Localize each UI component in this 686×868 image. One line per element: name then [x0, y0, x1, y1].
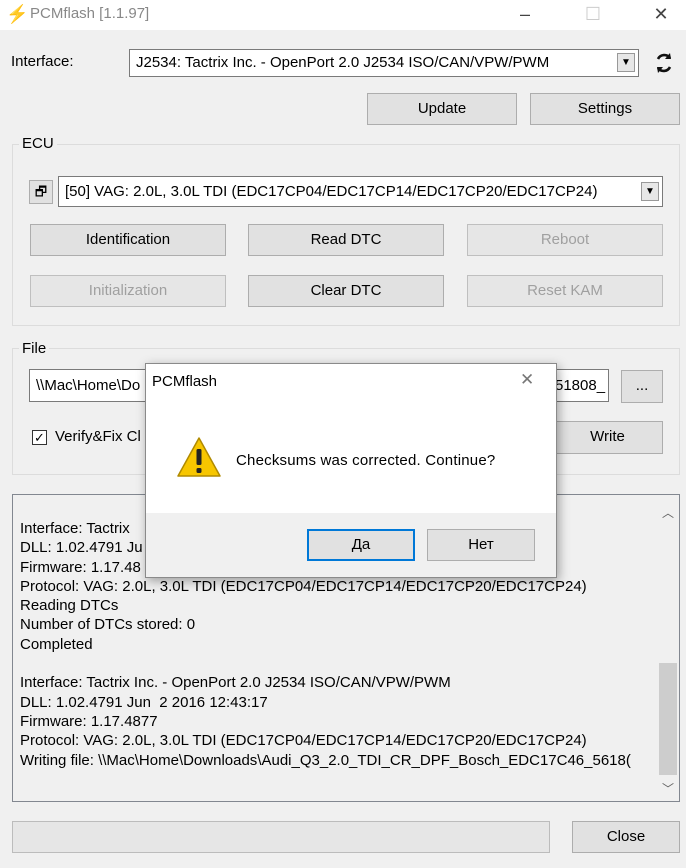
write-button[interactable]: Write [552, 421, 663, 454]
identification-button[interactable]: Identification [30, 224, 226, 256]
app-lightning-icon: ⚡ [6, 4, 29, 24]
close-button[interactable]: Close [572, 821, 680, 853]
log-line: Reading DTCs [20, 597, 119, 615]
log-line: Number of DTCs stored: 0 [20, 616, 196, 634]
clear-dtc-button[interactable]: Clear DTC [248, 275, 444, 307]
progress-bar [12, 821, 550, 853]
ecu-select-value: [50] VAG: 2.0L, 3.0L TDI (EDC17CP04/EDC1… [65, 183, 598, 200]
ecu-window-button[interactable]: 🗗 [29, 180, 53, 204]
log-scrollbar[interactable]: ︿ ﹀ [657, 495, 679, 801]
window-title: PCMflash [1.1.97] [30, 5, 150, 22]
restore-window-icon: 🗗 [34, 184, 48, 199]
settings-button[interactable]: Settings [530, 93, 680, 125]
log-line: Firmware: 1.17.4877 [20, 712, 158, 730]
no-button[interactable]: Нет [427, 529, 535, 561]
file-path-tail: 51808_ [555, 377, 606, 394]
read-dtc-button[interactable]: Read DTC [248, 224, 444, 256]
maximize-button: ☐ [584, 4, 602, 24]
log-line: Completed [20, 635, 93, 653]
dialog-close-button[interactable]: ✕ [520, 370, 534, 390]
warning-icon [176, 436, 222, 478]
dialog-message: Checksums was corrected. Continue? [236, 452, 496, 469]
log-line: Protocol: VAG: 2.0L, 3.0L TDI (EDC17CP04… [20, 732, 587, 750]
refresh-icon[interactable] [652, 50, 676, 76]
log-line: Writing file: \\Mac\Home\Downloads\Audi_… [20, 751, 631, 769]
ecu-select[interactable]: [50] VAG: 2.0L, 3.0L TDI (EDC17CP04/EDC1… [58, 176, 663, 207]
close-window-button[interactable]: ✕ [638, 0, 684, 30]
scroll-up-icon[interactable]: ︿ [657, 503, 679, 523]
interface-select-value: J2534: Tactrix Inc. - OpenPort 2.0 J2534… [136, 54, 550, 71]
verify-label: Verify&Fix Cl [55, 428, 141, 445]
chevron-down-icon[interactable]: ▼ [641, 182, 659, 201]
dialog-title: PCMflash [152, 373, 218, 390]
confirm-dialog: PCMflash ✕ Checksums was corrected. Cont… [145, 363, 557, 578]
update-button[interactable]: Update [367, 93, 517, 125]
log-line: Protocol: VAG: 2.0L, 3.0L TDI (EDC17CP04… [20, 577, 587, 595]
file-path-value: \\Mac\Home\Do [36, 377, 141, 394]
interface-label: Interface: [11, 53, 74, 70]
browse-button[interactable]: ... [621, 370, 663, 403]
scroll-down-icon[interactable]: ﹀ [657, 779, 679, 799]
chevron-down-icon[interactable]: ▼ [617, 53, 635, 72]
minimize-button[interactable]: – [502, 0, 548, 30]
scroll-thumb[interactable] [659, 663, 677, 775]
reset-kam-button[interactable]: Reset KAM [467, 275, 663, 307]
interface-select[interactable]: J2534: Tactrix Inc. - OpenPort 2.0 J2534… [129, 49, 639, 77]
log-line: DLL: 1.02.4791 Jun 2 2016 12:43:17 [20, 693, 268, 711]
title-bar: ⚡ PCMflash [1.1.97] – ☐ ✕ [0, 0, 686, 30]
log-line: Interface: Tactrix Inc. - OpenPort 2.0 J… [20, 674, 451, 692]
ecu-group-label: ECU [19, 135, 57, 153]
initialization-button[interactable]: Initialization [30, 275, 226, 307]
verify-checkbox[interactable]: ✓ [32, 430, 47, 445]
file-group-label: File [19, 340, 50, 358]
yes-button[interactable]: Да [307, 529, 415, 561]
reboot-button[interactable]: Reboot [467, 224, 663, 256]
dialog-footer: Да Нет [146, 513, 556, 577]
